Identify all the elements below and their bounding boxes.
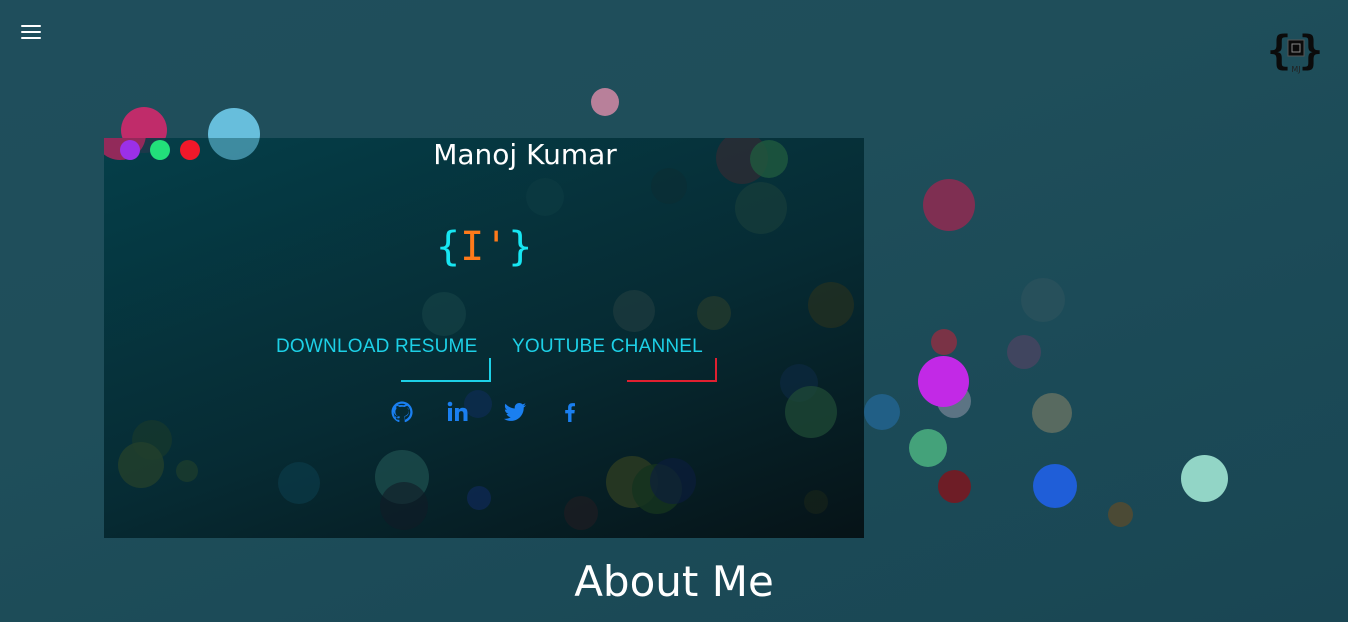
- card-bubble: [650, 458, 696, 504]
- download-resume-label: DOWNLOAD RESUME: [276, 336, 478, 357]
- download-resume-button[interactable]: DOWNLOAD RESUME: [276, 336, 492, 382]
- background-bubble: [591, 88, 619, 116]
- card-bubble: [176, 460, 198, 482]
- background-bubble: [1032, 393, 1072, 433]
- background-bubble: [864, 394, 900, 430]
- button-corner-accent: [626, 358, 717, 382]
- background-bubble: [938, 470, 971, 503]
- facebook-icon[interactable]: [558, 400, 582, 424]
- card-bubble: [526, 178, 564, 216]
- card-bubble: [613, 290, 655, 332]
- background-bubble: [1033, 464, 1077, 508]
- youtube-channel-button[interactable]: YOUTUBE CHANNEL: [512, 336, 717, 382]
- card-bubble: [278, 462, 320, 504]
- twitter-icon[interactable]: [503, 400, 527, 424]
- cursor-glyph: I': [460, 224, 509, 270]
- card-bubble: [804, 490, 828, 514]
- svg-text:MJ: MJ: [1291, 65, 1300, 74]
- card-bubble: [651, 168, 687, 204]
- background-bubble: [1108, 502, 1133, 527]
- card-bubble: [118, 442, 164, 488]
- card-bubble: [808, 282, 854, 328]
- background-bubble: [923, 179, 975, 231]
- background-bubble: [931, 329, 957, 355]
- card-bubble: [380, 482, 428, 530]
- close-brace: }: [508, 224, 533, 270]
- hamburger-menu-icon[interactable]: [21, 25, 41, 39]
- card-bubble: [422, 292, 466, 336]
- card-bubble: [467, 486, 491, 510]
- card-bubble: [785, 386, 837, 438]
- card-bubble: [735, 182, 787, 234]
- code-brace-logo: {I'}: [436, 224, 532, 270]
- background-bubble: [918, 356, 969, 407]
- background-bubble: [1181, 455, 1228, 502]
- about-section-title: About Me: [574, 557, 774, 606]
- hero-card: Manoj Kumar {I'} DOWNLOAD RESUME YOUTUBE…: [104, 138, 864, 538]
- card-bubble: [564, 496, 598, 530]
- mj-brace-logo-icon[interactable]: { } MJ: [1267, 28, 1325, 78]
- youtube-channel-label: YOUTUBE CHANNEL: [512, 336, 703, 357]
- github-icon[interactable]: [390, 400, 414, 424]
- linkedin-icon[interactable]: [446, 400, 470, 424]
- background-bubble: [1021, 278, 1065, 322]
- svg-text:{: {: [1267, 28, 1291, 74]
- hero-name: Manoj Kumar: [433, 138, 617, 171]
- open-brace: {: [436, 224, 461, 270]
- background-bubble: [1007, 335, 1041, 369]
- background-bubble: [909, 429, 947, 467]
- card-bubble: [697, 296, 731, 330]
- button-corner-accent: [401, 358, 492, 382]
